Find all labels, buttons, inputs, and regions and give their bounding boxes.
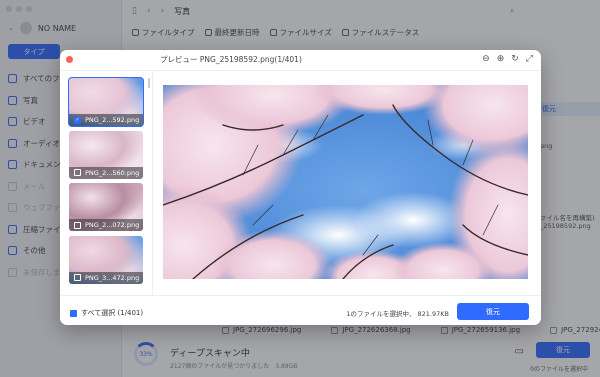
- preview-modal: プレビュー PNG_25198592.png(1/401) ⊖ ⊕ ↻ ⤢ ✓ P…: [60, 50, 541, 325]
- thumbnail-checkbox[interactable]: ✓: [74, 116, 81, 124]
- thumbnail-label-bar: PNG_2...072.png: [69, 219, 143, 231]
- modal-footer: すべて選択 (1/401) 1のファイルを選択中、 821.97KB 復元: [60, 295, 541, 325]
- zoom-out-icon[interactable]: ⊖: [482, 54, 490, 64]
- thumbnail[interactable]: ✓ PNG_2...592.png: [68, 77, 144, 127]
- modal-close-button[interactable]: [66, 56, 73, 63]
- thumbnail-checkbox[interactable]: [74, 221, 81, 229]
- rotate-icon[interactable]: ↻: [511, 54, 519, 64]
- thumbnail[interactable]: PNG_2...560.png: [69, 130, 143, 179]
- thumbnail-checkbox[interactable]: [74, 169, 81, 176]
- thumbnail-divider: [152, 70, 153, 295]
- cherry-blossom-image: [163, 85, 528, 279]
- thumbnail-scrollbar[interactable]: [148, 78, 150, 88]
- modal-toolbar: ⊖ ⊕ ↻ ⤢: [482, 54, 533, 64]
- preview-image: [163, 85, 528, 279]
- fullscreen-icon[interactable]: ⤢: [526, 54, 533, 64]
- thumbnail-filename: PNG_2...072.png: [85, 221, 140, 229]
- modal-header: プレビュー PNG_25198592.png(1/401) ⊖ ⊕ ↻ ⤢: [60, 50, 541, 70]
- thumbnail-label-bar: PNG_2...560.png: [69, 166, 143, 179]
- select-all-checkbox[interactable]: すべて選択 (1/401): [70, 308, 143, 318]
- modal-divider: [60, 70, 541, 71]
- thumbnail-filename: PNG_2...592.png: [85, 116, 140, 124]
- thumbnail-strip: ✓ PNG_2...592.png PNG_2...560.png PNG_2...0…: [68, 77, 144, 284]
- thumbnail-label-bar: PNG_3...472.png: [69, 271, 143, 284]
- modal-restore-button[interactable]: 復元: [457, 303, 529, 320]
- thumbnail-checkbox[interactable]: [74, 274, 81, 281]
- thumbnail[interactable]: PNG_3...472.png: [69, 235, 143, 284]
- select-all-label: すべて選択 (1/401): [81, 309, 144, 317]
- thumbnail-filename: PNG_2...560.png: [85, 168, 140, 177]
- thumbnail[interactable]: PNG_2...072.png: [69, 183, 143, 231]
- thumbnail-filename: PNG_3...472.png: [85, 273, 140, 282]
- checkbox-icon: [70, 309, 77, 317]
- selection-info: 1のファイルを選択中、 821.97KB: [346, 310, 449, 318]
- zoom-in-icon[interactable]: ⊕: [497, 54, 505, 64]
- thumbnail-label-bar: ✓ PNG_2...592.png: [69, 114, 143, 126]
- modal-title: プレビュー PNG_25198592.png(1/401): [160, 55, 302, 64]
